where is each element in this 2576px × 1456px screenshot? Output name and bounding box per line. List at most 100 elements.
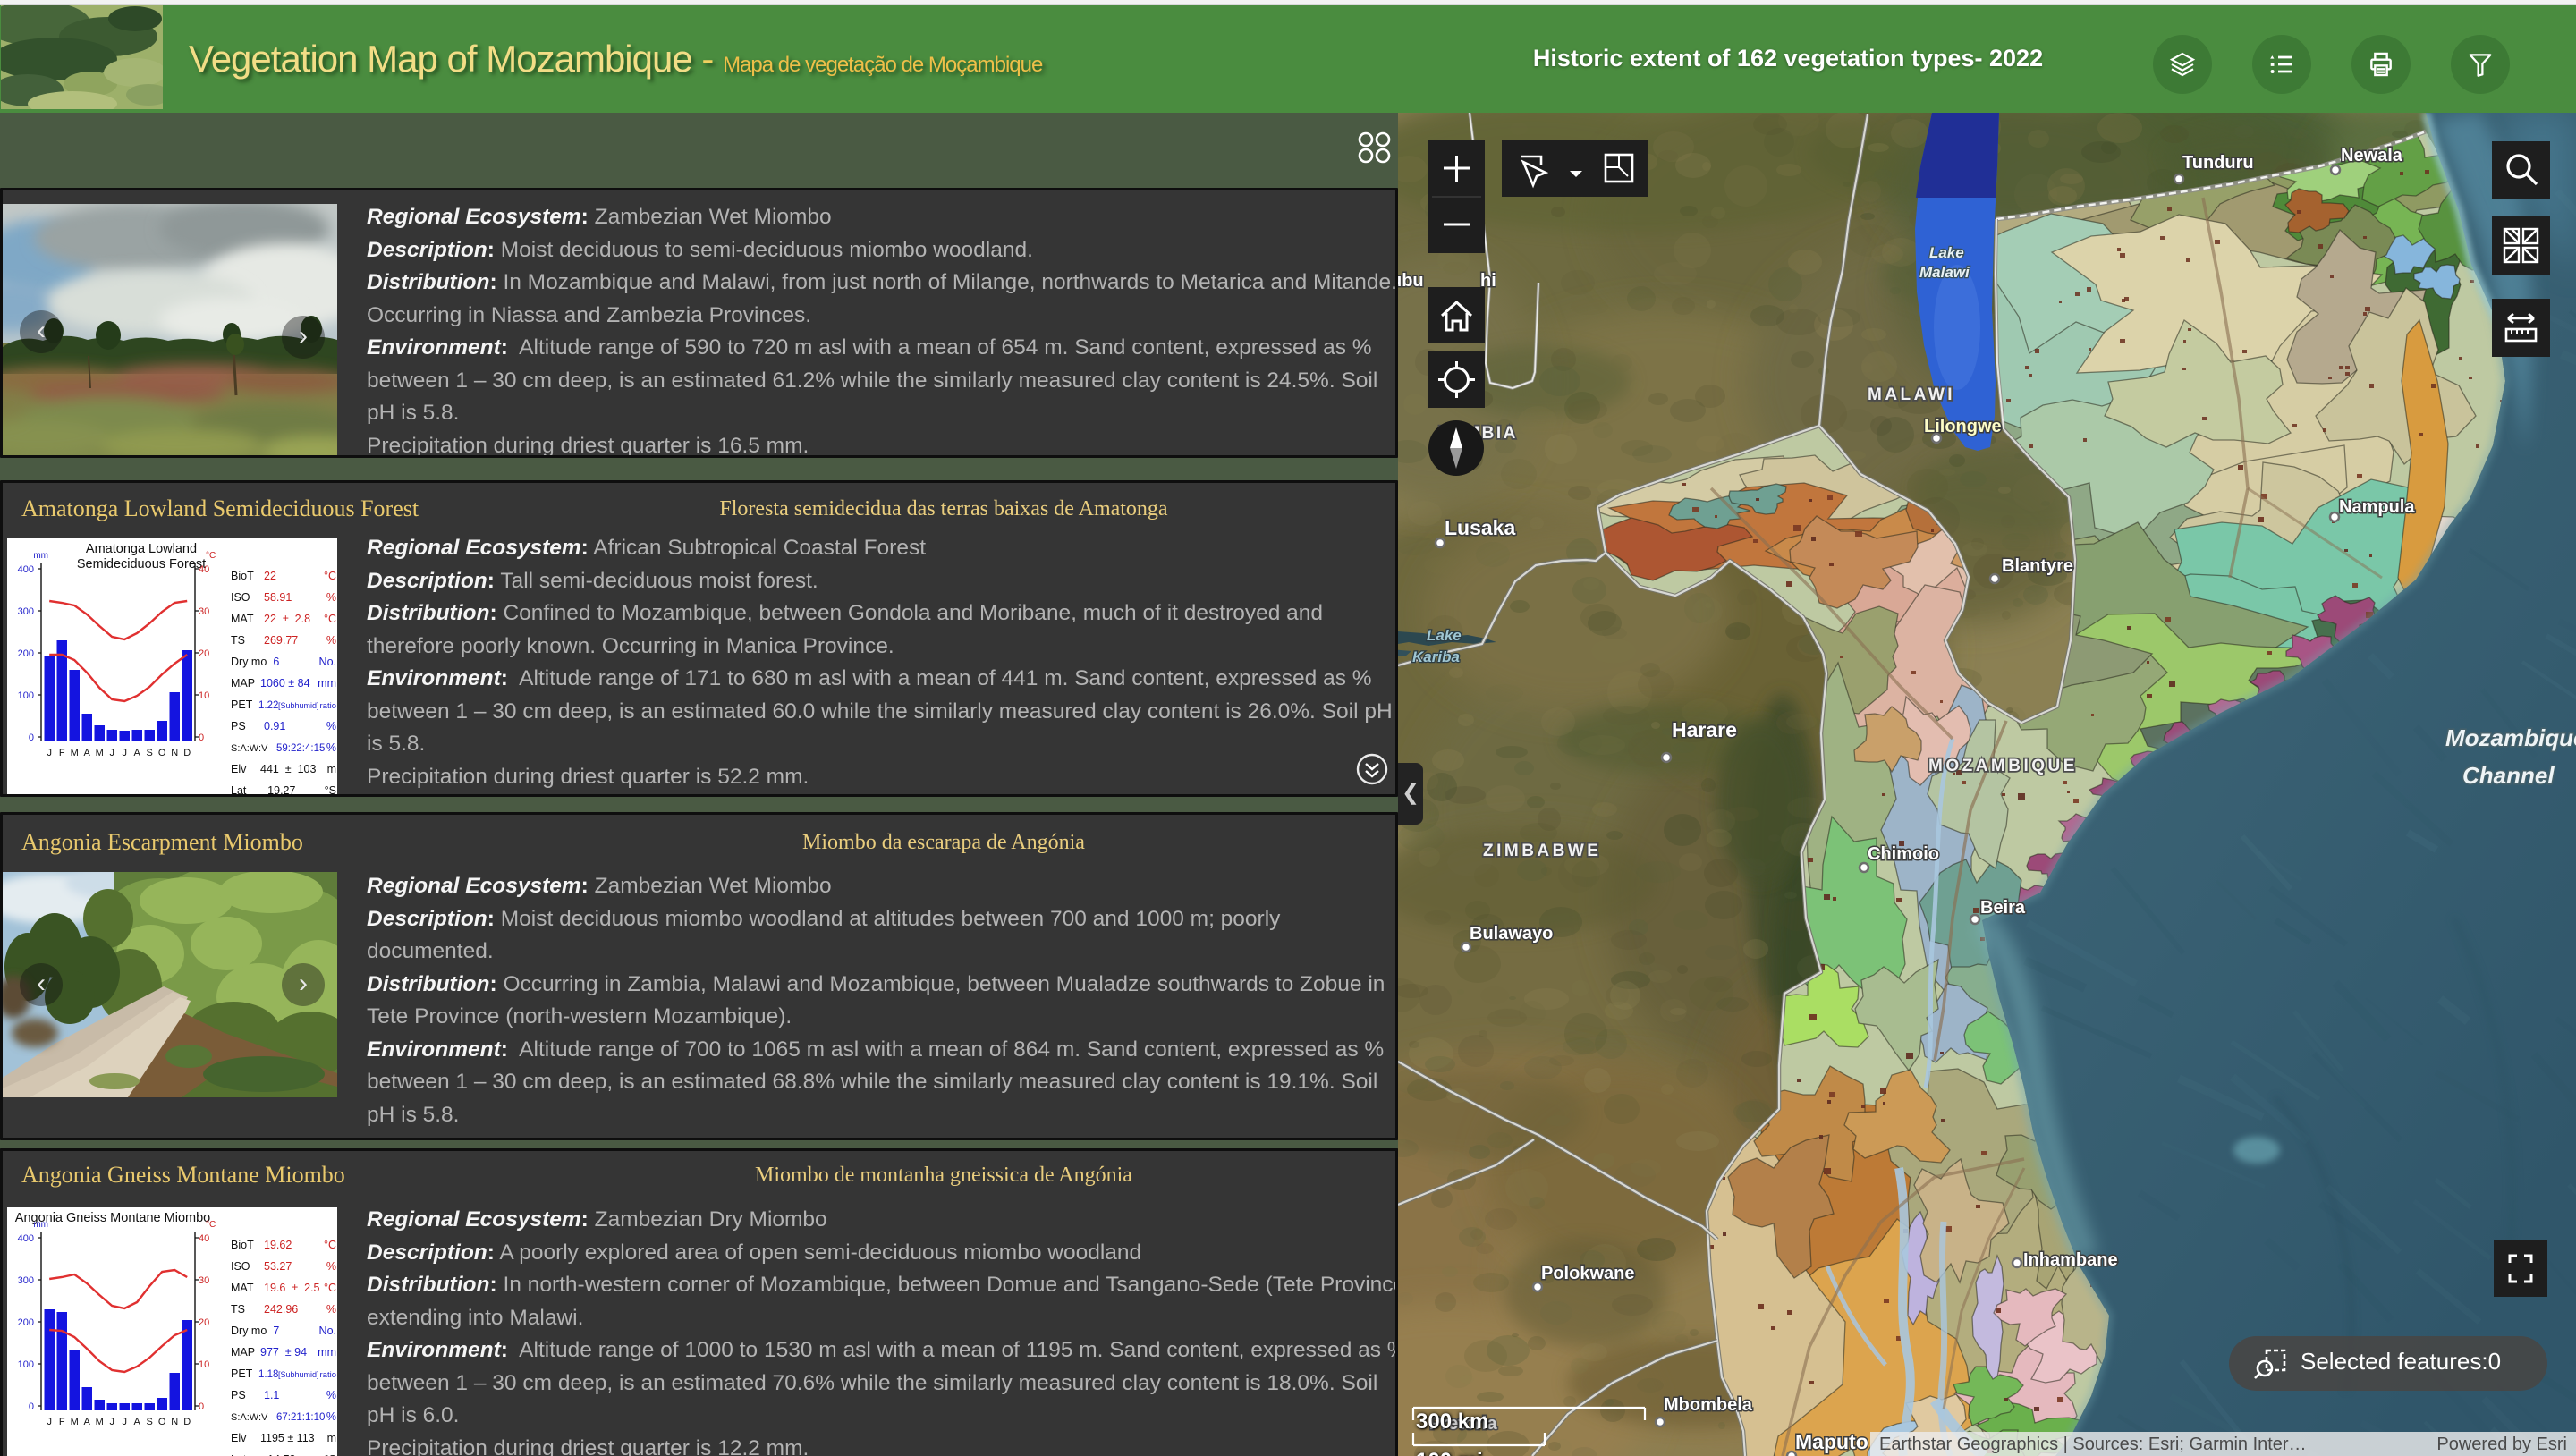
svg-text:A: A [84,748,91,758]
svg-text:Blantyre: Blantyre [2002,556,2073,576]
svg-text:6: 6 [264,656,279,668]
svg-text:ZIMBABWE: ZIMBABWE [1483,842,1601,860]
svg-text:%: % [326,1260,336,1273]
svg-text:MALAWI: MALAWI [1868,385,1955,404]
svg-text:Tunduru: Tunduru [2182,153,2254,173]
svg-text:Lake: Lake [1929,244,1964,261]
svg-text:J: J [109,1417,114,1427]
svg-text:Lat: Lat [231,784,247,797]
svg-text:269.77: 269.77 [264,634,298,647]
svg-text:10: 10 [199,690,209,701]
svg-text:%: % [326,591,336,604]
svg-text:PS: PS [231,720,246,732]
svg-text:D: D [183,748,191,758]
svg-text:0: 0 [199,732,204,743]
svg-text:ratio: ratio [320,1370,336,1380]
svg-text:BioT: BioT [231,570,254,582]
svg-text:TS: TS [231,1303,245,1316]
svg-text:300: 300 [18,606,34,617]
svg-text:[Subhumid]: [Subhumid] [278,1370,319,1379]
svg-text:0: 0 [29,732,34,743]
svg-text:200: 200 [18,648,34,659]
svg-text:MAP: MAP [231,1346,255,1359]
svg-text:%: % [326,1303,336,1316]
svg-text:ratio: ratio [320,701,336,711]
svg-text:%: % [326,634,336,647]
svg-text:Beira: Beira [1980,898,2026,918]
svg-text:%: % [326,741,336,754]
svg-text:A: A [134,1417,141,1427]
svg-text:300: 300 [18,1275,34,1286]
svg-text:Dry mo: Dry mo [231,656,267,668]
svg-text:58.91: 58.91 [264,591,292,604]
svg-text:PET: PET [231,1367,253,1380]
svg-text:J: J [122,748,127,758]
svg-text:0.91: 0.91 [264,720,285,732]
svg-text:1060 ± 84: 1060 ± 84 [260,677,310,690]
svg-text:M: M [71,1417,79,1427]
svg-text:-19.27: -19.27 [264,784,295,797]
svg-text:Lusaka: Lusaka [1445,516,1515,539]
svg-text:°C: °C [324,613,336,625]
svg-text:10: 10 [199,1359,209,1370]
svg-text:BioT: BioT [231,1239,254,1251]
svg-text:No.: No. [319,656,336,668]
svg-text:D: D [183,1417,191,1427]
svg-text:53.27: 53.27 [264,1260,292,1273]
svg-text:30: 30 [199,606,209,617]
svg-text:J: J [47,1417,52,1427]
svg-text:19.6 ± 2.5: 19.6 ± 2.5 [264,1282,320,1294]
svg-text:59:22:4:15: 59:22:4:15 [276,743,325,754]
svg-text:A: A [134,748,141,758]
svg-text:22 ± 2.8: 22 ± 2.8 [264,613,310,625]
svg-text:S:A:W:V: S:A:W:V [231,1412,268,1423]
svg-text:M: M [96,748,104,758]
svg-text:M: M [96,1417,104,1427]
svg-text:mm: mm [318,1346,336,1359]
svg-text:M: M [71,748,79,758]
svg-text:N: N [171,748,178,758]
svg-text:PET: PET [231,698,253,711]
svg-text:22: 22 [264,570,276,582]
svg-text:°C: °C [206,1220,216,1230]
svg-text:977 ± 94: 977 ± 94 [260,1346,307,1359]
svg-text:mm: mm [33,551,48,561]
svg-text:400: 400 [18,1233,34,1244]
svg-text:S: S [147,1417,153,1427]
svg-text:MAT: MAT [231,613,254,625]
svg-text:40: 40 [199,1233,209,1244]
svg-text:19.62: 19.62 [264,1239,292,1251]
svg-text:PS: PS [231,1389,246,1401]
svg-text:Mozambique: Mozambique [2445,724,2576,751]
svg-text:67:21:1:10: 67:21:1:10 [276,1412,325,1423]
svg-text:No.: No. [319,1325,336,1337]
svg-text:S:A:W:V: S:A:W:V [231,743,268,754]
svg-text:Malawi: Malawi [1919,264,1970,281]
svg-text:Kariba: Kariba [1412,648,1460,665]
svg-text:F: F [59,748,65,758]
svg-text:ISO: ISO [231,1260,250,1273]
svg-text:Bulawayo: Bulawayo [1470,924,1553,944]
svg-text:A: A [84,1417,91,1427]
svg-text:Dry mo: Dry mo [231,1325,267,1337]
svg-text:40: 40 [199,564,209,575]
svg-text:%: % [326,1410,336,1423]
svg-text:°C: °C [324,570,336,582]
svg-text:%: % [326,1389,336,1401]
svg-text:Amatonga Lowland: Amatonga Lowland [86,542,197,556]
svg-text:Mbombela: Mbombela [1664,1395,1753,1415]
svg-text:Semideciduous Forest: Semideciduous Forest [77,557,206,571]
svg-text:200: 200 [18,1317,34,1328]
svg-text:Nampula: Nampula [2339,497,2415,517]
svg-text:S: S [147,748,153,758]
svg-text:441 ± 103: 441 ± 103 [260,763,317,775]
svg-text:J: J [109,748,114,758]
svg-text:°C: °C [324,1282,336,1294]
svg-text:30: 30 [199,1275,209,1286]
svg-text:20: 20 [199,648,209,659]
svg-text:0: 0 [29,1401,34,1412]
svg-text:MAT: MAT [231,1282,254,1294]
svg-text:ubu: ubu [1398,271,1424,291]
svg-text:Maputo: Maputo [1795,1430,1868,1453]
svg-text:1.1: 1.1 [264,1389,279,1401]
